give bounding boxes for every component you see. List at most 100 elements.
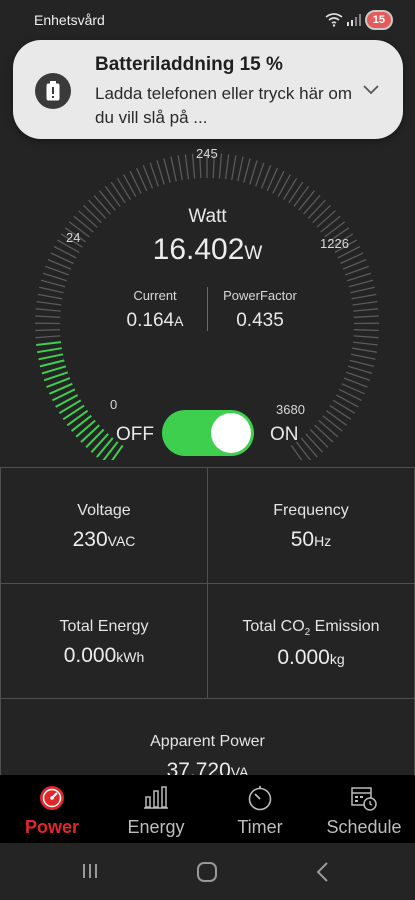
gauge-tick: [36, 300, 62, 306]
gauge-tick-active: [41, 365, 67, 375]
bottom-nav: Power Energy Timer Schedule: [0, 775, 415, 843]
nav-schedule-label: Schedule: [326, 817, 402, 837]
total-energy-label: Total Energy: [59, 618, 149, 635]
gauge-tick: [352, 300, 378, 306]
gauge-tick: [35, 308, 61, 312]
gauge-tick: [116, 177, 131, 200]
gauge-tick: [353, 329, 379, 332]
gauge-tick: [218, 153, 223, 179]
gauge-tick: [353, 315, 379, 318]
notification-title: Batteriladdning 15 %: [95, 54, 283, 75]
nav-energy[interactable]: Energy: [104, 775, 208, 843]
frequency-label: Frequency: [273, 502, 349, 519]
gauge-tick: [110, 181, 126, 204]
notification-body: Ladda telefonen eller tryck här om du vi…: [95, 84, 353, 127]
gauge-scale-top: 245: [196, 146, 218, 161]
gauge-tick: [37, 293, 63, 300]
gauge-tick: [35, 315, 61, 318]
gauge-tick: [353, 308, 379, 312]
home-icon[interactable]: [196, 861, 218, 888]
gauge-tick: [288, 181, 304, 204]
gauge-tick: [345, 371, 371, 381]
gauge-tick: [104, 185, 121, 207]
gauge-tick: [35, 329, 61, 332]
current-value: 0.164A: [126, 310, 184, 331]
gauge-tick: [249, 160, 258, 185]
total-energy-value: 0.000kWh: [63, 644, 145, 667]
voltage-value: 230VAC: [72, 528, 136, 551]
gauge-tick: [237, 156, 244, 182]
gauge-tick-active: [37, 347, 62, 354]
status-app-label: Enhetsvård: [34, 12, 105, 28]
watt-number: 16.402: [152, 233, 245, 266]
battery-alert-icon: [35, 73, 71, 109]
gauge-tick-active: [43, 371, 69, 382]
speedometer-icon: [0, 785, 104, 811]
gauge-tick: [347, 365, 373, 375]
gauge-tick: [149, 162, 159, 187]
co2-emission-label: Total CO2 Emission: [242, 618, 380, 639]
signal-icon: [346, 14, 361, 26]
timer-icon: [208, 785, 312, 811]
voltage-label: Voltage: [77, 502, 131, 519]
recent-apps-icon[interactable]: [80, 861, 100, 886]
gauge-tick-active: [36, 341, 62, 346]
gauge-tick: [344, 265, 369, 276]
power-factor-value: 0.435: [236, 310, 284, 331]
nav-timer-label: Timer: [237, 817, 283, 837]
frequency-value: 50Hz: [290, 528, 332, 551]
gauge-tick: [177, 155, 183, 181]
total-energy-card: Total Energy 0.000kWh: [0, 583, 208, 699]
gauge-tick: [348, 279, 374, 288]
gauge-tick: [39, 286, 64, 294]
switch-off-label: OFF: [116, 424, 154, 445]
nav-energy-label: Energy: [127, 817, 185, 837]
battery-notification[interactable]: Batteriladdning 15 % Ladda telefonen ell…: [13, 40, 403, 139]
gauge-tick: [352, 347, 377, 353]
gauge-tick: [170, 156, 177, 182]
gauge-tick: [184, 154, 190, 180]
bar-chart-icon: [104, 785, 208, 809]
battery-icon: 15: [364, 10, 393, 30]
nav-power[interactable]: Power: [0, 775, 104, 843]
apparent-power-label: Apparent Power: [150, 733, 265, 750]
nav-power-label: Power: [24, 817, 80, 837]
system-nav-bar: [0, 843, 415, 900]
gauge-tick: [45, 265, 70, 276]
gauge-tick: [40, 279, 66, 288]
gauge-tick: [42, 272, 67, 282]
co2-emission-value: 0.000kg: [277, 646, 345, 670]
gauge-tick-active: [38, 353, 64, 361]
frequency-card: Frequency 50Hz: [207, 467, 415, 584]
current-readout: Current 0.164A: [100, 288, 210, 332]
gauge-tick: [231, 155, 237, 181]
switch-on-label: ON: [270, 424, 299, 445]
gauge-tick: [35, 335, 61, 339]
toggle-knob: [211, 413, 251, 453]
power-factor-label: PowerFactor: [223, 288, 297, 303]
calendar-clock-icon: [312, 785, 415, 811]
gauge-tick: [352, 341, 378, 346]
nav-timer[interactable]: Timer: [208, 775, 312, 843]
status-bar: Enhetsvård 15: [0, 0, 415, 40]
gauge-tick: [163, 158, 171, 183]
power-switch-row: OFF ON: [0, 408, 415, 458]
power-toggle[interactable]: [162, 410, 254, 456]
gauge-tick: [350, 353, 376, 360]
status-icons: 15: [325, 10, 393, 30]
back-icon[interactable]: [314, 861, 330, 888]
gauge-tick: [283, 177, 298, 200]
gauge-tick: [351, 293, 377, 300]
gauge-tick: [255, 162, 265, 187]
gauge-tick: [353, 335, 379, 339]
gauge-tick: [243, 158, 251, 183]
gauge-tick: [293, 185, 310, 207]
voltage-card: Voltage 230VAC: [0, 467, 208, 584]
power-factor-readout: PowerFactor 0.435: [205, 288, 315, 332]
chevron-down-icon[interactable]: [363, 82, 379, 100]
current-label: Current: [133, 288, 177, 303]
gauge-tick-active: [39, 359, 65, 368]
nav-schedule[interactable]: Schedule: [312, 775, 415, 843]
co2-emission-card: Total CO2 Emission 0.000kg: [207, 583, 415, 699]
wifi-icon: [325, 13, 343, 27]
